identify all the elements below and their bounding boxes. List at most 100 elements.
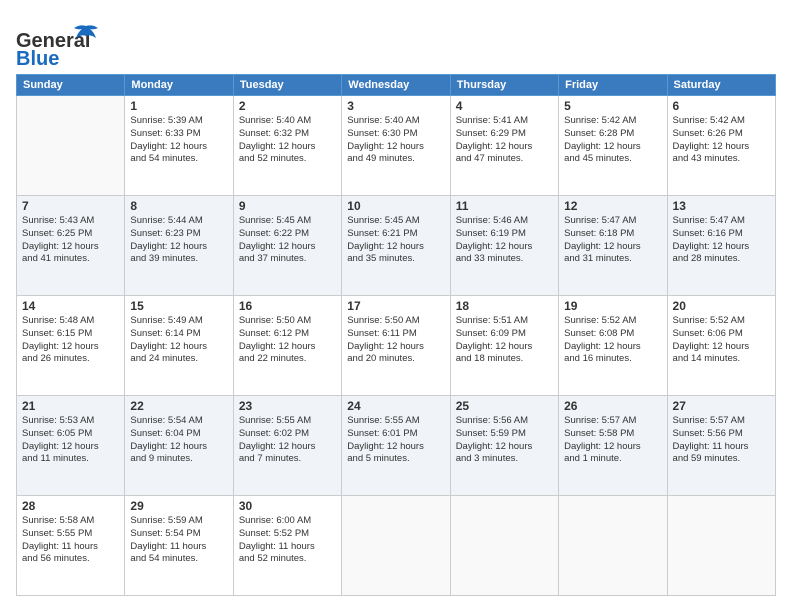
day-info: Sunrise: 5:50 AM Sunset: 6:11 PM Dayligh…: [347, 315, 444, 366]
week-row-5: 28 Sunrise: 5:58 AM Sunset: 5:55 PM Dayli…: [17, 496, 776, 596]
day-info: Sunrise: 5:58 AM Sunset: 5:55 PM Dayligh…: [22, 515, 119, 566]
week-row-2: 7 Sunrise: 5:43 AM Sunset: 6:25 PM Daylig…: [17, 196, 776, 296]
logo-blue: Blue: [16, 48, 59, 71]
day-number: 16: [239, 299, 336, 313]
col-header-wednesday: Wednesday: [342, 75, 450, 96]
day-info: Sunrise: 5:40 AM Sunset: 6:30 PM Dayligh…: [347, 115, 444, 166]
day-number: 21: [22, 399, 119, 413]
day-info: Sunrise: 5:59 AM Sunset: 5:54 PM Dayligh…: [130, 515, 227, 566]
day-number: 4: [456, 99, 553, 113]
calendar-cell: 25 Sunrise: 5:56 AM Sunset: 5:59 PM Dayli…: [450, 396, 558, 496]
col-header-saturday: Saturday: [667, 75, 775, 96]
calendar-cell: 9 Sunrise: 5:45 AM Sunset: 6:22 PM Daylig…: [233, 196, 341, 296]
day-number: 11: [456, 199, 553, 213]
calendar-cell: 4 Sunrise: 5:41 AM Sunset: 6:29 PM Daylig…: [450, 96, 558, 196]
calendar-cell: 14 Sunrise: 5:48 AM Sunset: 6:15 PM Dayli…: [17, 296, 125, 396]
day-info: Sunrise: 5:45 AM Sunset: 6:22 PM Dayligh…: [239, 215, 336, 266]
day-number: 23: [239, 399, 336, 413]
calendar-cell: 27 Sunrise: 5:57 AM Sunset: 5:56 PM Dayli…: [667, 396, 775, 496]
day-number: 22: [130, 399, 227, 413]
page: General Blue SundayMondayTuesdayWednesda…: [0, 0, 792, 612]
day-info: Sunrise: 5:51 AM Sunset: 6:09 PM Dayligh…: [456, 315, 553, 366]
week-row-1: 1 Sunrise: 5:39 AM Sunset: 6:33 PM Daylig…: [17, 96, 776, 196]
day-number: 9: [239, 199, 336, 213]
day-number: 28: [22, 499, 119, 513]
day-number: 29: [130, 499, 227, 513]
col-header-tuesday: Tuesday: [233, 75, 341, 96]
calendar-cell: [667, 496, 775, 596]
day-number: 13: [673, 199, 770, 213]
day-info: Sunrise: 5:52 AM Sunset: 6:06 PM Dayligh…: [673, 315, 770, 366]
calendar-cell: 26Sunrise: 5:57 AM Sunset: 5:58 PM Dayli…: [559, 396, 667, 496]
day-info: Sunrise: 5:40 AM Sunset: 6:32 PM Dayligh…: [239, 115, 336, 166]
calendar-cell: 12 Sunrise: 5:47 AM Sunset: 6:18 PM Dayli…: [559, 196, 667, 296]
day-info: Sunrise: 5:47 AM Sunset: 6:16 PM Dayligh…: [673, 215, 770, 266]
col-header-friday: Friday: [559, 75, 667, 96]
calendar-cell: [342, 496, 450, 596]
col-header-sunday: Sunday: [17, 75, 125, 96]
day-info: Sunrise: 5:44 AM Sunset: 6:23 PM Dayligh…: [130, 215, 227, 266]
day-info: Sunrise: 5:57 AM Sunset: 5:56 PM Dayligh…: [673, 415, 770, 466]
calendar-cell: 24Sunrise: 5:55 AM Sunset: 6:01 PM Dayli…: [342, 396, 450, 496]
col-header-thursday: Thursday: [450, 75, 558, 96]
day-info: Sunrise: 5:48 AM Sunset: 6:15 PM Dayligh…: [22, 315, 119, 366]
day-info: Sunrise: 5:42 AM Sunset: 6:28 PM Dayligh…: [564, 115, 661, 166]
day-number: 18: [456, 299, 553, 313]
day-info: Sunrise: 5:49 AM Sunset: 6:14 PM Dayligh…: [130, 315, 227, 366]
day-number: 8: [130, 199, 227, 213]
week-row-3: 14 Sunrise: 5:48 AM Sunset: 6:15 PM Dayli…: [17, 296, 776, 396]
calendar-cell: 5 Sunrise: 5:42 AM Sunset: 6:28 PM Daylig…: [559, 96, 667, 196]
calendar-cell: [559, 496, 667, 596]
calendar-cell: 1 Sunrise: 5:39 AM Sunset: 6:33 PM Daylig…: [125, 96, 233, 196]
day-number: 14: [22, 299, 119, 313]
day-number: 19: [564, 299, 661, 313]
day-info: Sunrise: 5:53 AM Sunset: 6:05 PM Dayligh…: [22, 415, 119, 466]
week-row-4: 21 Sunrise: 5:53 AM Sunset: 6:05 PM Dayli…: [17, 396, 776, 496]
day-info: Sunrise: 5:42 AM Sunset: 6:26 PM Dayligh…: [673, 115, 770, 166]
calendar-cell: 16 Sunrise: 5:50 AM Sunset: 6:12 PM Dayli…: [233, 296, 341, 396]
logo: General Blue: [16, 16, 106, 66]
calendar-cell: 2Sunrise: 5:40 AM Sunset: 6:32 PM Daylig…: [233, 96, 341, 196]
calendar-cell: 7 Sunrise: 5:43 AM Sunset: 6:25 PM Daylig…: [17, 196, 125, 296]
calendar-cell: 21 Sunrise: 5:53 AM Sunset: 6:05 PM Dayli…: [17, 396, 125, 496]
calendar-cell: 23 Sunrise: 5:55 AM Sunset: 6:02 PM Dayli…: [233, 396, 341, 496]
day-number: 7: [22, 199, 119, 213]
calendar-cell: 30 Sunrise: 6:00 AM Sunset: 5:52 PM Dayli…: [233, 496, 341, 596]
day-number: 5: [564, 99, 661, 113]
day-number: 1: [130, 99, 227, 113]
day-number: 12: [564, 199, 661, 213]
header: General Blue: [16, 16, 776, 66]
day-number: 3: [347, 99, 444, 113]
calendar-cell: 18 Sunrise: 5:51 AM Sunset: 6:09 PM Dayli…: [450, 296, 558, 396]
calendar-cell: [450, 496, 558, 596]
calendar-cell: 17 Sunrise: 5:50 AM Sunset: 6:11 PM Dayli…: [342, 296, 450, 396]
calendar-cell: 20 Sunrise: 5:52 AM Sunset: 6:06 PM Dayli…: [667, 296, 775, 396]
day-number: 17: [347, 299, 444, 313]
day-number: 24: [347, 399, 444, 413]
day-info: Sunrise: 5:47 AM Sunset: 6:18 PM Dayligh…: [564, 215, 661, 266]
day-info: Sunrise: 5:55 AM Sunset: 6:02 PM Dayligh…: [239, 415, 336, 466]
day-info: Sunrise: 5:57 AM Sunset: 5:58 PM Dayligh…: [564, 415, 661, 466]
header-row: SundayMondayTuesdayWednesdayThursdayFrid…: [17, 75, 776, 96]
day-info: Sunrise: 5:50 AM Sunset: 6:12 PM Dayligh…: [239, 315, 336, 366]
day-info: Sunrise: 5:41 AM Sunset: 6:29 PM Dayligh…: [456, 115, 553, 166]
day-info: Sunrise: 5:43 AM Sunset: 6:25 PM Dayligh…: [22, 215, 119, 266]
day-info: Sunrise: 5:39 AM Sunset: 6:33 PM Dayligh…: [130, 115, 227, 166]
calendar-cell: 22Sunrise: 5:54 AM Sunset: 6:04 PM Dayli…: [125, 396, 233, 496]
day-info: Sunrise: 6:00 AM Sunset: 5:52 PM Dayligh…: [239, 515, 336, 566]
calendar-cell: 29 Sunrise: 5:59 AM Sunset: 5:54 PM Dayli…: [125, 496, 233, 596]
day-number: 27: [673, 399, 770, 413]
day-info: Sunrise: 5:56 AM Sunset: 5:59 PM Dayligh…: [456, 415, 553, 466]
day-number: 30: [239, 499, 336, 513]
day-number: 6: [673, 99, 770, 113]
calendar-cell: 11 Sunrise: 5:46 AM Sunset: 6:19 PM Dayli…: [450, 196, 558, 296]
logo-bird-icon: [72, 24, 100, 46]
day-number: 25: [456, 399, 553, 413]
calendar-cell: 10Sunrise: 5:45 AM Sunset: 6:21 PM Dayli…: [342, 196, 450, 296]
day-info: Sunrise: 5:46 AM Sunset: 6:19 PM Dayligh…: [456, 215, 553, 266]
calendar-cell: 28 Sunrise: 5:58 AM Sunset: 5:55 PM Dayli…: [17, 496, 125, 596]
day-info: Sunrise: 5:52 AM Sunset: 6:08 PM Dayligh…: [564, 315, 661, 366]
calendar-cell: 6 Sunrise: 5:42 AM Sunset: 6:26 PM Daylig…: [667, 96, 775, 196]
day-number: 20: [673, 299, 770, 313]
calendar-cell: 8 Sunrise: 5:44 AM Sunset: 6:23 PM Daylig…: [125, 196, 233, 296]
